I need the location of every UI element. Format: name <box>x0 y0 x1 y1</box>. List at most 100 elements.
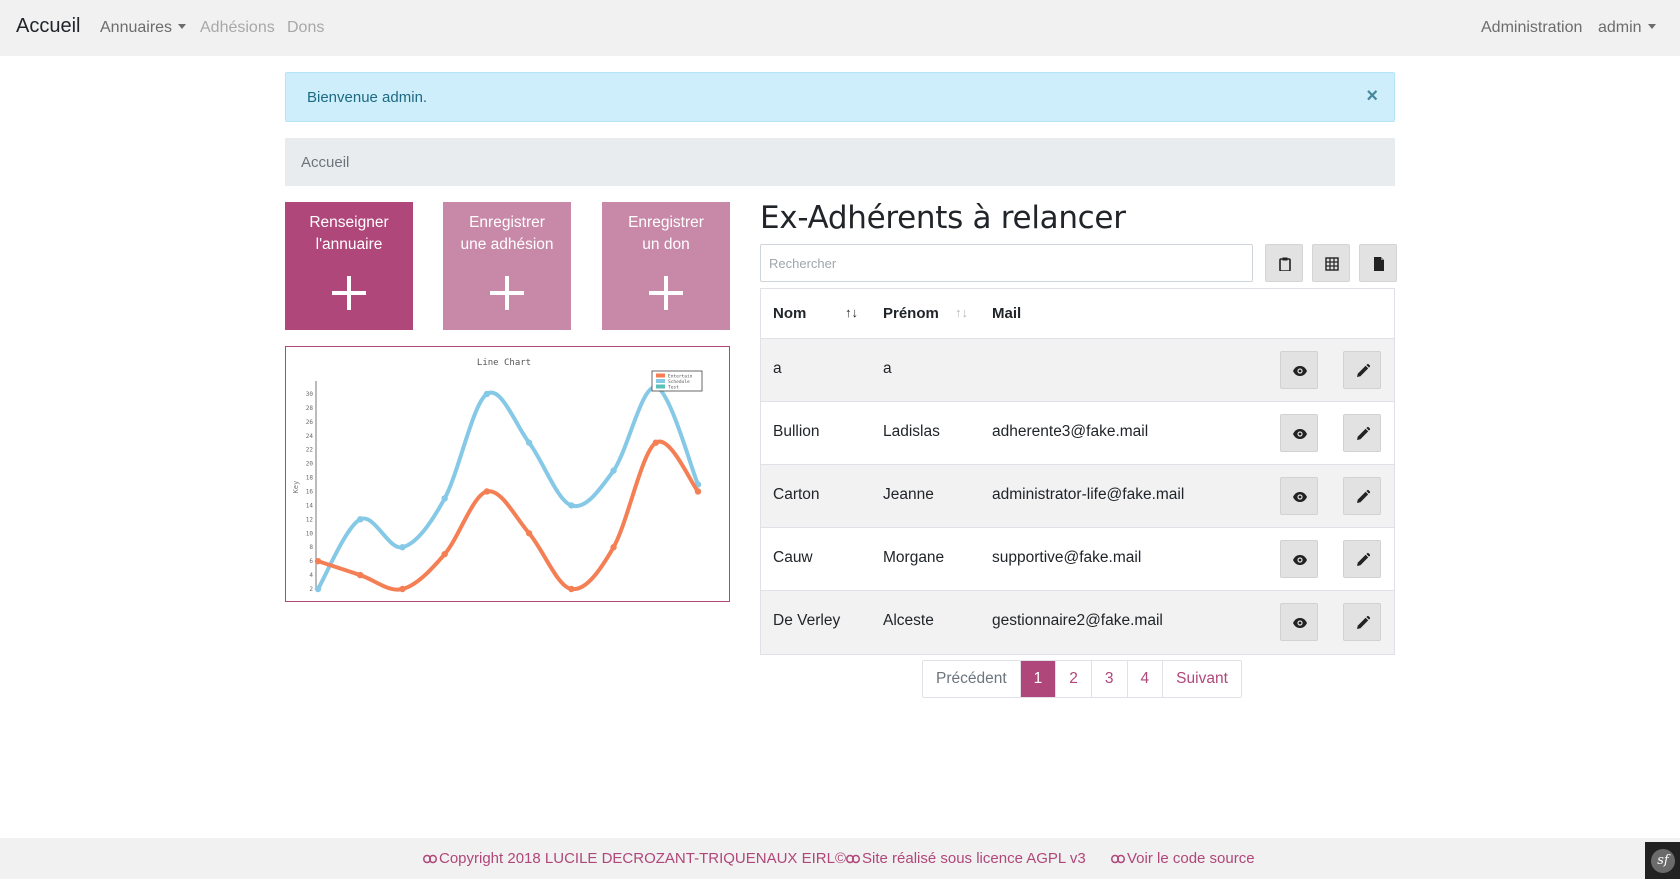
cell-nom: Carton <box>773 486 820 503</box>
footer: Copyright 2018 LUCILE DECROZANT-TRIQUENA… <box>0 838 1680 879</box>
view-button[interactable] <box>1280 477 1318 515</box>
footer-licence-link[interactable]: Site réalisé sous licence AGPL v3 <box>846 850 1086 867</box>
y-tick-label: 6 <box>309 558 313 565</box>
nav-dons-link[interactable]: Dons <box>287 19 324 37</box>
tile-label-line: Enregistrer <box>628 214 704 231</box>
tile-label-line: un don <box>642 236 690 253</box>
series-point <box>314 585 322 593</box>
pagination-page-3[interactable]: 3 <box>1091 661 1128 697</box>
pagination: Précédent 1 2 3 4 Suivant <box>922 660 1242 698</box>
y-tick-label: 30 <box>306 391 314 398</box>
eye-icon <box>1293 429 1307 439</box>
table-header: Nom ↑↓ Prénom ↑↓ Mail <box>761 289 1394 339</box>
close-icon[interactable]: × <box>1366 86 1378 106</box>
column-header-prenom[interactable]: Prénom <box>883 305 939 322</box>
sort-icon[interactable]: ↑↓ <box>845 305 858 320</box>
export-csv-button[interactable] <box>1312 244 1350 282</box>
y-tick-label: 10 <box>306 530 314 537</box>
table-body: a a Bullion Ladislas adherente3@fake.mail Car… <box>761 339 1394 654</box>
tile-label-line: une adhésion <box>460 236 554 253</box>
series-point <box>610 467 617 474</box>
pagination-page-1[interactable]: 1 <box>1020 661 1057 697</box>
nav-annuaires-dropdown[interactable]: Annuaires <box>100 19 187 37</box>
table-row: Cauw Morgane supportive@fake.mail <box>761 528 1394 591</box>
cell-prenom: Morgane <box>883 549 945 566</box>
series-point <box>399 585 406 593</box>
edit-button[interactable] <box>1343 414 1381 452</box>
chart-ylabel: Key <box>292 481 300 494</box>
series-point <box>568 502 575 509</box>
file-icon <box>1374 257 1384 271</box>
footer-link-label: Voir le code source <box>1127 850 1255 867</box>
series-point <box>525 439 533 446</box>
tile-label: Enregistrer une adhésion <box>443 212 571 256</box>
eye-icon <box>1293 618 1307 628</box>
tile-label-line: Renseigner <box>309 214 389 231</box>
footer-link-label: Copyright 2018 LUCILE DECROZANT-TRIQUENA… <box>439 850 846 867</box>
search-input[interactable] <box>760 244 1253 282</box>
enregistrer-don-button[interactable]: Enregistrer un don <box>602 202 730 330</box>
y-tick-label: 16 <box>306 488 314 495</box>
edit-button[interactable] <box>1343 351 1381 389</box>
footer-source-code-link[interactable]: Voir le code source <box>1111 850 1255 867</box>
view-button[interactable] <box>1280 603 1318 641</box>
nav-adhesions-link[interactable]: Adhésions <box>200 19 275 37</box>
symfony-toolbar-badge[interactable]: sf <box>1645 842 1680 879</box>
table-grid-icon <box>1325 257 1339 271</box>
pencil-icon <box>1357 489 1371 503</box>
series-point <box>357 571 364 579</box>
pagination-previous[interactable]: Précédent <box>923 661 1021 697</box>
alert-message: Bienvenue admin. <box>307 89 428 106</box>
y-tick-label: 22 <box>306 447 314 454</box>
section-title: Ex-Adhérents à relancer <box>760 200 1126 236</box>
view-button[interactable] <box>1280 414 1318 452</box>
column-header-nom[interactable]: Nom <box>773 305 806 322</box>
pencil-icon <box>1357 615 1371 629</box>
cell-nom: De Verley <box>773 612 841 629</box>
legend-swatch <box>656 384 665 389</box>
cell-nom: a <box>773 360 782 377</box>
pagination-page-4[interactable]: 4 <box>1127 661 1164 697</box>
chart-legend: EntertainScheduleTest <box>651 370 703 392</box>
brand-home-link[interactable]: Accueil <box>16 15 80 38</box>
column-header-mail[interactable]: Mail <box>992 305 1021 322</box>
sort-icon[interactable]: ↑↓ <box>955 305 968 320</box>
series-point <box>525 530 533 537</box>
user-menu-dropdown[interactable]: admin <box>1598 19 1656 37</box>
pagination-next[interactable]: Suivant <box>1163 661 1241 697</box>
clipboard-icon <box>1279 257 1291 271</box>
chart-svg: Line Chart Key 2468101214161820222426283… <box>292 358 703 593</box>
view-button[interactable] <box>1280 540 1318 578</box>
series-line-0 <box>316 439 700 592</box>
table-row: aa <box>761 339 1394 402</box>
renseigner-annuaire-button[interactable]: Renseigner l'annuaire <box>285 202 413 330</box>
copy-clipboard-button[interactable] <box>1265 244 1303 282</box>
line-chart: Line Chart Key 2 4 6 8 10 12 14 16 18 20 22 24 26 28 3… <box>285 346 730 602</box>
cell-prenom: Jeanne <box>883 486 934 503</box>
edit-button[interactable] <box>1343 540 1381 578</box>
legend-swatch <box>656 379 665 383</box>
legend-swatch <box>656 373 665 378</box>
legend-label: Schedule <box>668 379 690 385</box>
y-tick-label: 20 <box>306 461 314 468</box>
enregistrer-adhesion-button[interactable]: Enregistrer une adhésion <box>443 202 571 330</box>
cell-mail: supportive@fake.mail <box>992 549 1142 566</box>
pagination-page-2[interactable]: 2 <box>1056 661 1092 697</box>
export-pdf-button[interactable] <box>1359 244 1397 282</box>
chart-series <box>314 383 702 593</box>
view-button[interactable] <box>1280 351 1318 389</box>
cell-nom: Bullion <box>773 423 820 440</box>
edit-button[interactable] <box>1343 603 1381 641</box>
eye-icon <box>1293 366 1307 376</box>
cell-mail: adherente3@fake.mail <box>992 423 1149 440</box>
y-tick-label: 28 <box>306 405 314 412</box>
eye-icon <box>1293 492 1307 502</box>
edit-button[interactable] <box>1343 477 1381 515</box>
y-tick-label: 8 <box>309 544 313 551</box>
chevron-down-icon <box>1647 24 1656 29</box>
y-axis: 24681012141618202224262830 <box>306 381 317 593</box>
y-tick-label: 14 <box>306 502 314 509</box>
nav-administration-link[interactable]: Administration <box>1481 19 1582 37</box>
footer-copyright-link[interactable]: Copyright 2018 LUCILE DECROZANT-TRIQUENA… <box>423 850 846 867</box>
y-tick-label: 4 <box>309 572 313 579</box>
